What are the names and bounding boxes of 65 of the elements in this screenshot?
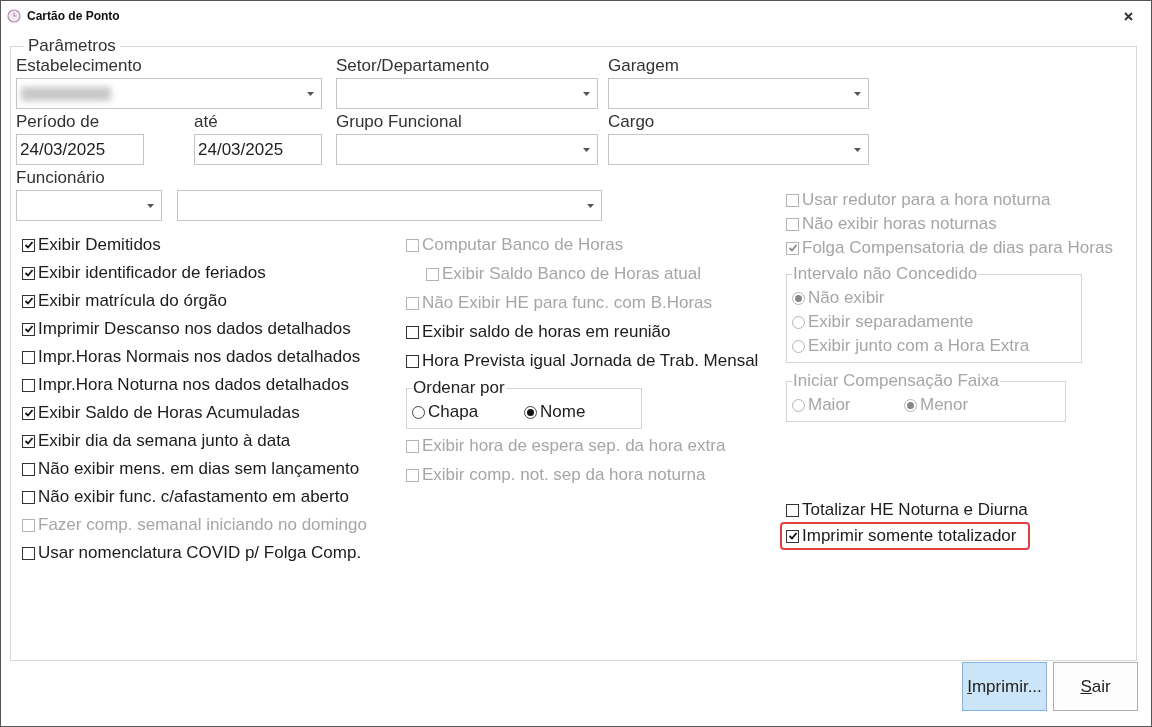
group-title: Parâmetros <box>27 36 117 56</box>
caret-icon <box>583 92 590 96</box>
caret-icon <box>307 92 314 96</box>
checkbox[interactable] <box>22 490 35 504</box>
checkbox-option[interactable]: Hora Prevista igual Jornada de Trab. Mensal <box>406 349 759 373</box>
checkbox-option[interactable]: Exibir identificador de feriados <box>22 261 266 285</box>
checkbox[interactable] <box>786 503 799 517</box>
checkbox[interactable] <box>22 266 35 280</box>
checkbox[interactable] <box>22 294 35 308</box>
caret-icon <box>147 204 154 208</box>
checkbox[interactable] <box>22 406 35 420</box>
dropdown-field[interactable] <box>608 78 869 109</box>
close-icon[interactable] <box>1124 11 1133 21</box>
field-label: Setor/Departamento <box>336 56 491 77</box>
checkbox[interactable] <box>406 325 419 339</box>
field-label: Cargo <box>608 112 656 133</box>
print-button[interactable]: Imprimir... <box>962 662 1047 711</box>
clock-icon <box>7 9 21 23</box>
caret-icon <box>854 148 861 152</box>
checkbox-option[interactable]: Exibir Saldo de Horas Acumuladas <box>22 401 300 425</box>
checkbox[interactable] <box>786 529 799 543</box>
checkbox[interactable] <box>22 462 35 476</box>
checkbox[interactable] <box>22 238 35 252</box>
dropdown-field[interactable] <box>336 134 598 165</box>
checkbox-option[interactable]: Totalizar HE Noturna e Diurna <box>786 498 1028 522</box>
checkbox-option[interactable]: Impr.Hora Noturna nos dados detalhados <box>22 373 349 397</box>
date-field[interactable]: 24/03/2025 <box>16 134 144 165</box>
dropdown-field[interactable] <box>16 78 322 109</box>
dropdown-field[interactable] <box>608 134 869 165</box>
checkbox-option[interactable]: Não exibir func. c/afastamento em aberto <box>22 485 349 509</box>
field-label: Garagem <box>608 56 680 77</box>
checkbox[interactable] <box>22 322 35 336</box>
checkbox-option[interactable]: Exibir Demitidos <box>22 233 161 257</box>
field-label: Grupo Funcional <box>336 112 463 133</box>
caret-icon <box>587 204 594 208</box>
dropdown-field[interactable] <box>336 78 598 109</box>
checkbox[interactable] <box>22 378 35 392</box>
checkbox-option[interactable]: Impr.Horas Normais nos dados detalhados <box>22 345 361 369</box>
group-title: Intervalo não Concedido <box>792 264 979 284</box>
checkbox[interactable] <box>22 546 35 560</box>
caret-icon <box>854 92 861 96</box>
checkbox-option[interactable]: Usar nomenclatura COVID p/ Folga Comp. <box>22 541 362 565</box>
dropdown-field[interactable] <box>16 190 162 221</box>
radio-option[interactable]: Nome <box>524 400 636 424</box>
checkbox[interactable] <box>406 354 419 368</box>
checkbox-option[interactable]: Imprimir Descanso nos dados detalhados <box>22 317 351 341</box>
group-title: Ordenar por <box>412 378 506 398</box>
field-label: até <box>194 112 219 133</box>
checkbox[interactable] <box>22 434 35 448</box>
checkbox-option[interactable]: Exibir dia da semana junto à data <box>22 429 291 453</box>
field-label: Estabelecimento <box>16 56 143 77</box>
window-title: Cartão de Ponto <box>27 9 120 23</box>
checkbox-option[interactable]: Imprimir somente totalizador <box>786 524 1017 548</box>
exit-button[interactable]: Sair <box>1053 662 1138 711</box>
group-title: Iniciar Compensação Faixa <box>792 371 1000 391</box>
caret-icon <box>583 148 590 152</box>
date-field[interactable]: 24/03/2025 <box>194 134 322 165</box>
radio-option[interactable]: Chapa <box>412 400 524 424</box>
checkbox-option[interactable]: Não exibir mens. em dias sem lançamento <box>22 457 360 481</box>
dropdown-field[interactable] <box>177 190 602 221</box>
checkbox-option[interactable]: Exibir matrícula do órgão <box>22 289 227 313</box>
field-label: Funcionário <box>16 168 106 189</box>
field-label: Período de <box>16 112 101 133</box>
checkbox[interactable] <box>22 350 35 364</box>
checkbox-option[interactable]: Exibir saldo de horas em reunião <box>406 320 671 344</box>
